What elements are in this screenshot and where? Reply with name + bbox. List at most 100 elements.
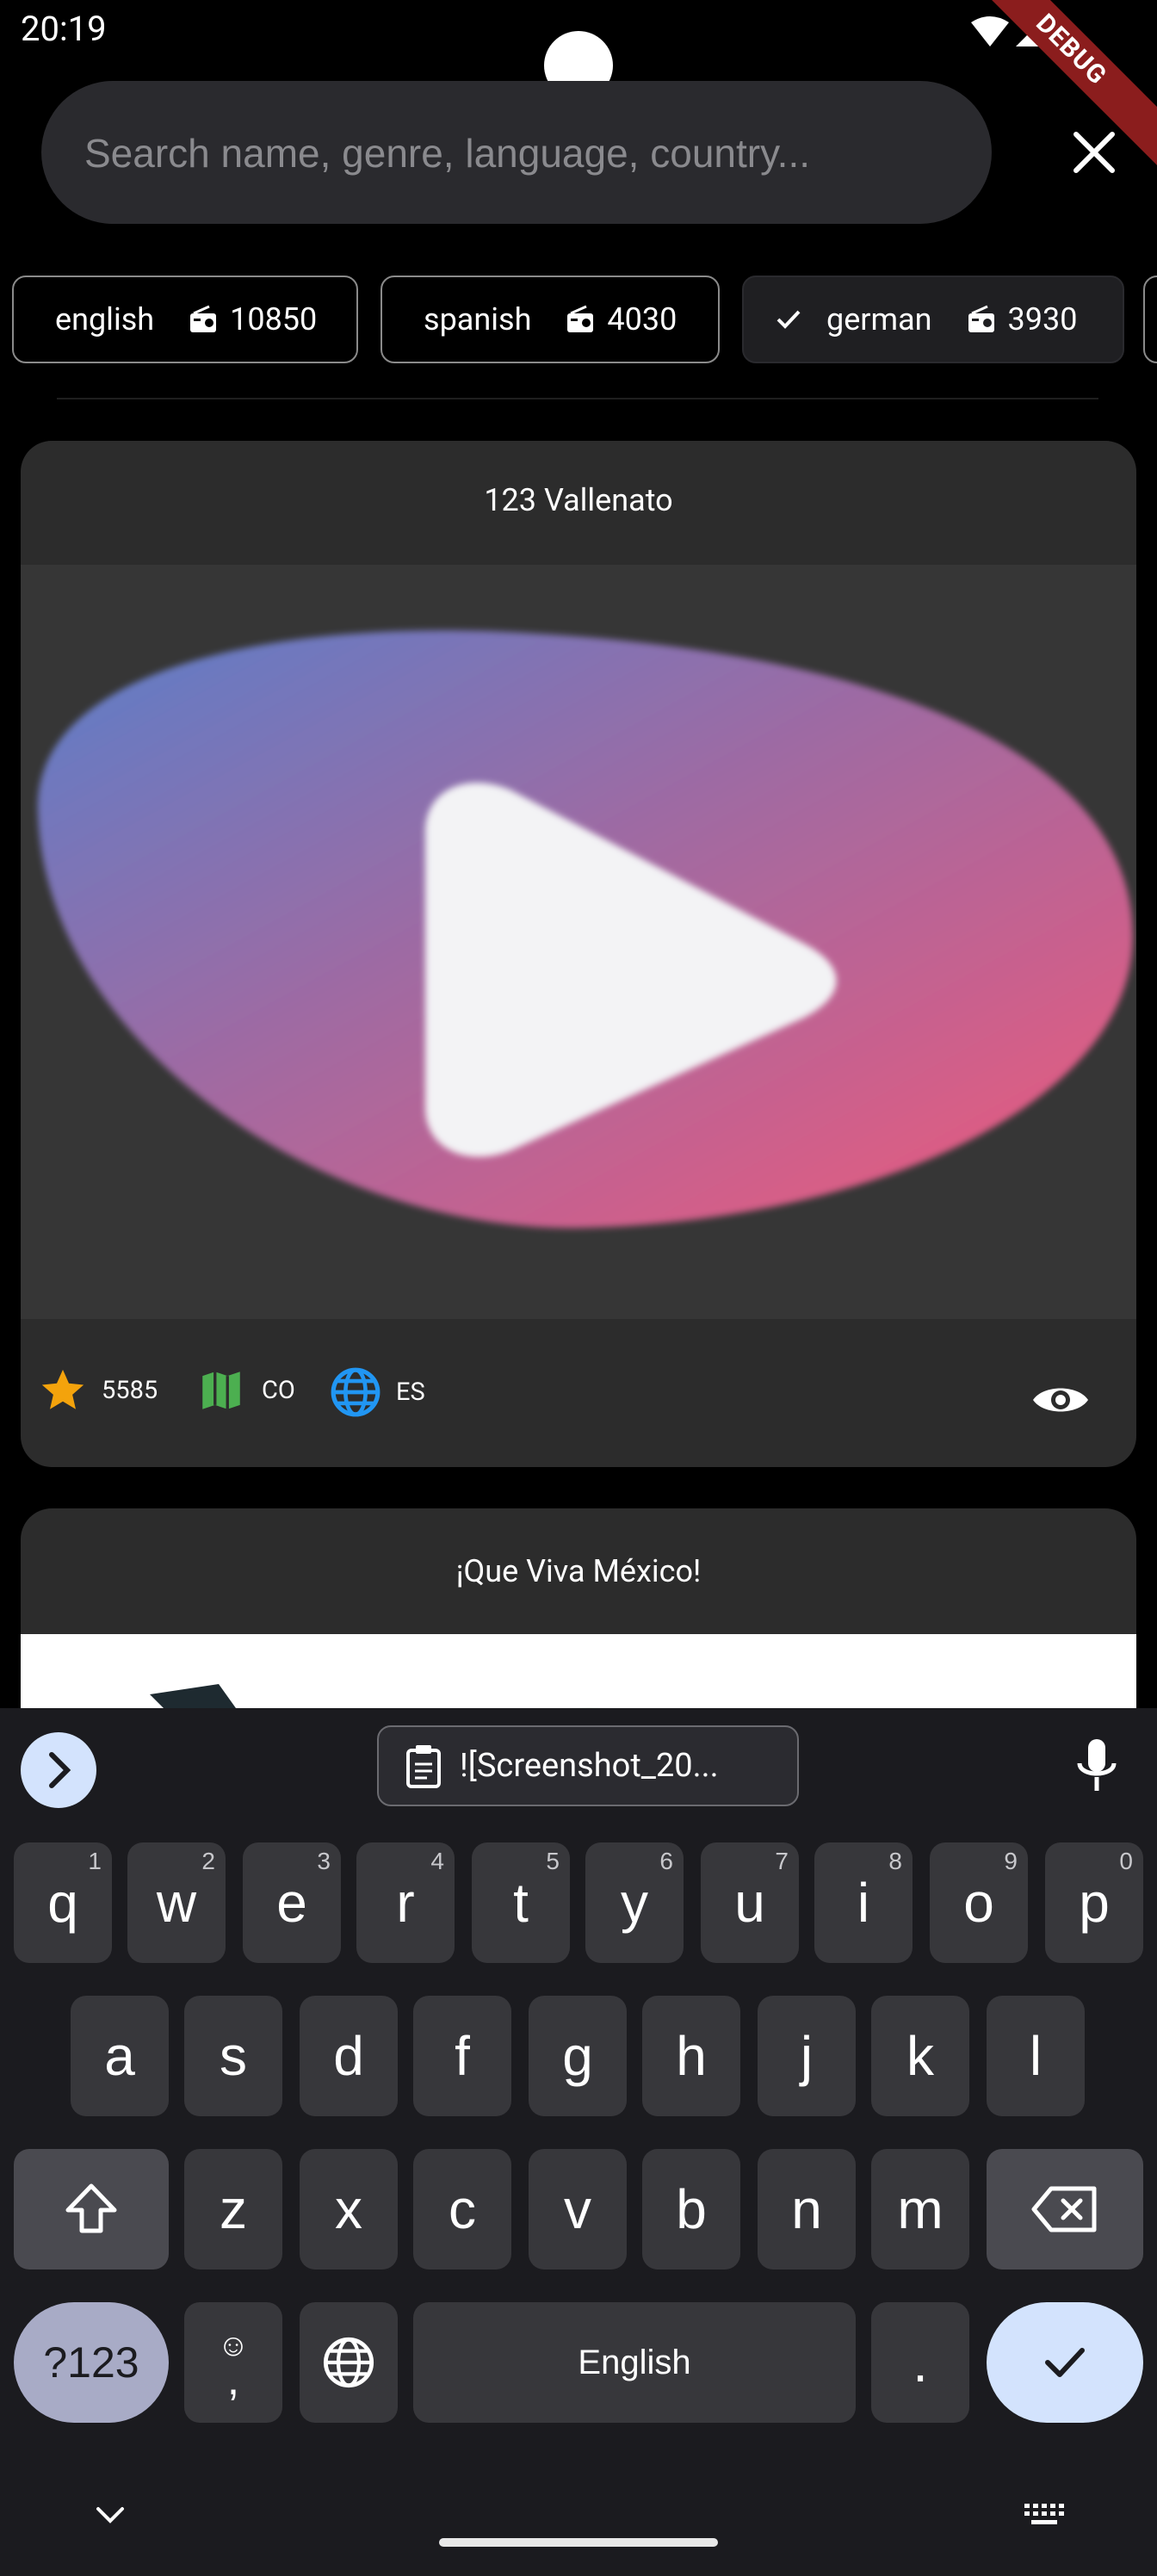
symbols-key[interactable]: ?123 — [14, 2302, 169, 2423]
key-h[interactable]: h — [642, 1996, 740, 2116]
key-label: t — [513, 1872, 529, 1934]
key-hint: 3 — [317, 1848, 331, 1874]
chip-count: 4030 — [607, 301, 677, 337]
check-icon — [776, 310, 801, 329]
chevron-right-icon — [49, 1752, 71, 1788]
key-hint: 1 — [88, 1848, 102, 1874]
period-key[interactable]: . — [871, 2302, 969, 2423]
status-bar: 20:19 DEBUG — [0, 0, 1157, 169]
key-v[interactable]: v — [529, 2149, 627, 2269]
chip-count: 3930 — [1007, 301, 1078, 337]
search-input[interactable] — [83, 81, 973, 226]
star-icon — [41, 1369, 84, 1409]
chip-count: 10850 — [230, 301, 318, 337]
key-w[interactable]: w2 — [127, 1842, 226, 1963]
on-screen-keyboard: ![Screenshot_20... q1 w2 e3 r4 t5 y6 u7 … — [0, 1708, 1157, 2576]
key-y[interactable]: y6 — [585, 1842, 684, 1963]
close-icon[interactable] — [1064, 119, 1124, 184]
key-o[interactable]: o9 — [930, 1842, 1028, 1963]
backspace-key[interactable] — [987, 2149, 1143, 2269]
key-x[interactable]: x — [300, 2149, 398, 2269]
country: CO — [196, 1365, 295, 1415]
key-l[interactable]: l — [987, 1996, 1085, 2116]
key-label: i — [857, 1872, 870, 1934]
station-logo — [21, 565, 1136, 1319]
eye-icon[interactable] — [1031, 1379, 1090, 1421]
space-key[interactable]: English — [413, 2302, 856, 2423]
clipboard-icon — [406, 1745, 441, 1788]
key-p[interactable]: p0 — [1045, 1842, 1143, 1963]
key-d[interactable]: d — [300, 1996, 398, 2116]
key-hint: 8 — [888, 1848, 902, 1874]
key-label: r — [396, 1872, 415, 1934]
key-hint: 4 — [430, 1848, 444, 1874]
key-hint: 9 — [1004, 1848, 1018, 1874]
key-hint: 0 — [1119, 1848, 1133, 1874]
keyboard-expand-button[interactable] — [21, 1732, 96, 1808]
key-b[interactable]: b — [642, 2149, 740, 2269]
key-c[interactable]: c — [413, 2149, 511, 2269]
key-j[interactable]: j — [758, 1996, 856, 2116]
key-k[interactable]: k — [871, 1996, 969, 2116]
language: ES — [329, 1365, 425, 1419]
comma-label: , — [226, 2355, 240, 2405]
radio-icon — [567, 305, 594, 332]
station-name: 123 Vallenato — [484, 482, 673, 518]
chip-label: english — [55, 301, 155, 337]
language-switch-key[interactable] — [300, 2302, 398, 2423]
logo-fragment-icon — [150, 1684, 675, 1720]
key-g[interactable]: g — [529, 1996, 627, 2116]
filter-chip-next[interactable] — [1143, 276, 1157, 363]
divider — [57, 398, 1098, 399]
key-t[interactable]: t5 — [472, 1842, 570, 1963]
key-hint: 7 — [775, 1848, 789, 1874]
filter-chip-english[interactable]: english 10850 — [12, 276, 358, 363]
key-hint: 6 — [659, 1848, 673, 1874]
key-a[interactable]: a — [71, 1996, 169, 2116]
globe-icon — [323, 2337, 374, 2388]
language-code: ES — [396, 1378, 425, 1407]
clipboard-suggestion[interactable]: ![Screenshot_20... — [377, 1725, 799, 1806]
station-meta-row: 5585 CO ES — [21, 1319, 1136, 1467]
key-label: w — [156, 1872, 197, 1934]
key-label: q — [47, 1872, 78, 1934]
map-icon — [202, 1372, 240, 1409]
radio-icon — [968, 305, 994, 332]
key-n[interactable]: n — [758, 2149, 856, 2269]
filter-chip-german[interactable]: german 3930 — [742, 276, 1124, 363]
home-indicator[interactable] — [439, 2538, 718, 2547]
key-s[interactable]: s — [184, 1996, 282, 2116]
backspace-icon — [1031, 2186, 1097, 2232]
filter-chip-spanish[interactable]: spanish 4030 — [381, 276, 720, 363]
check-icon — [1045, 2348, 1085, 2377]
play-logo-icon — [37, 630, 1134, 1229]
wifi-icon — [971, 16, 1009, 46]
key-e[interactable]: e3 — [243, 1842, 341, 1963]
hide-keyboard-icon[interactable] — [93, 2502, 127, 2528]
station-card[interactable]: 123 Vallenato 5585 CO ES — [21, 441, 1136, 1467]
votes: 5585 — [38, 1365, 158, 1415]
key-m[interactable]: m — [871, 2149, 969, 2269]
enter-key[interactable] — [987, 2302, 1143, 2423]
key-label: y — [621, 1872, 648, 1934]
globe-icon — [331, 1367, 381, 1417]
keyboard-switch-icon[interactable] — [1023, 2502, 1067, 2528]
shift-icon — [65, 2183, 117, 2233]
emoji-comma-key[interactable]: ☺ , — [184, 2302, 282, 2423]
key-q[interactable]: q1 — [14, 1842, 112, 1963]
key-label: p — [1079, 1872, 1110, 1934]
chip-label: spanish — [424, 301, 532, 337]
key-u[interactable]: u7 — [701, 1842, 799, 1963]
shift-key[interactable] — [14, 2149, 169, 2269]
key-f[interactable]: f — [413, 1996, 511, 2116]
radio-icon — [190, 305, 217, 332]
chip-label: german — [826, 301, 932, 337]
key-r[interactable]: r4 — [356, 1842, 455, 1963]
key-label: e — [276, 1872, 307, 1934]
key-label: o — [963, 1872, 994, 1934]
microphone-icon[interactable] — [1074, 1737, 1119, 1794]
key-z[interactable]: z — [184, 2149, 282, 2269]
key-hint: 5 — [546, 1848, 560, 1874]
key-i[interactable]: i8 — [814, 1842, 913, 1963]
key-label: u — [734, 1872, 765, 1934]
